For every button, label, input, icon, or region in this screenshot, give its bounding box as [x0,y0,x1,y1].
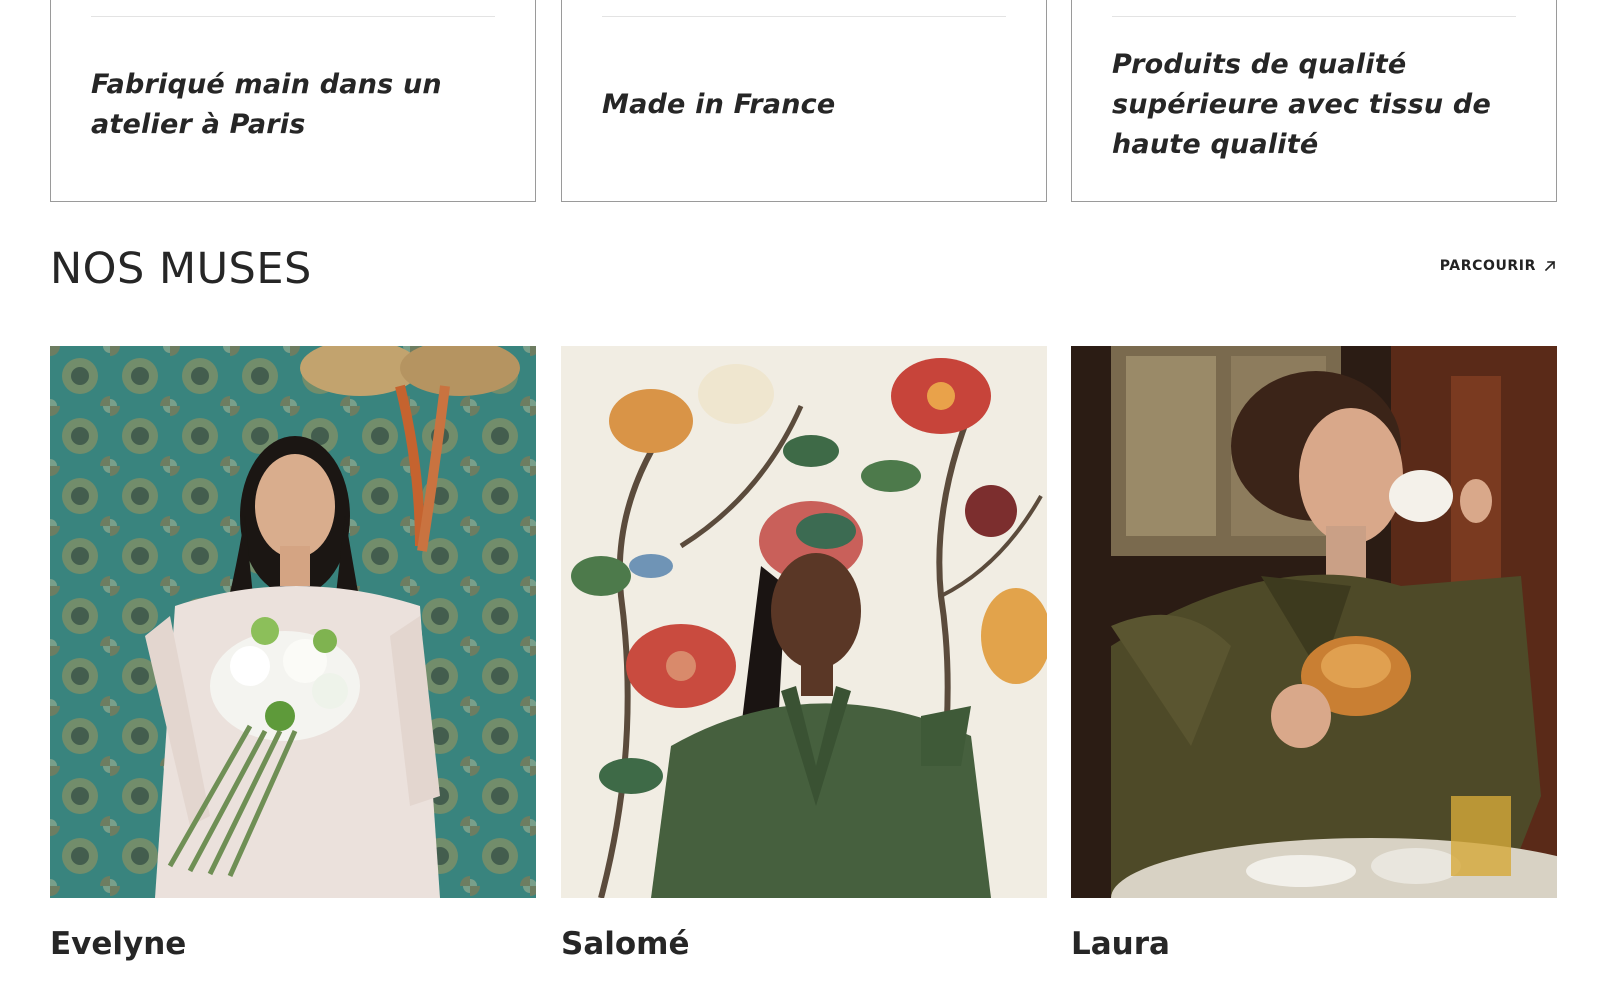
muse-photo-laura[interactable] [1071,346,1557,898]
section-title: NOS MUSES [50,244,312,294]
muse-card-laura[interactable]: Laura [1071,346,1557,962]
arrow-up-right-icon [1544,260,1556,272]
muse-photo-evelyne[interactable] [50,346,536,898]
feature-text: Produits de qualité supérieure avec tiss… [1112,48,1491,160]
features-row: Fabriqué main dans un atelier à Paris Ma… [0,0,1600,206]
feature-card-made-in-france: Made in France [561,0,1047,202]
muses-section-header: NOS MUSES PARCOURIR [50,236,1556,300]
muse-card-evelyne[interactable]: Evelyne [50,346,536,962]
muse-card-salome[interactable]: Salomé [561,346,1047,962]
muse-photo-salome[interactable] [561,346,1047,898]
feature-text: Fabriqué main dans un atelier à Paris [91,68,442,140]
browse-link[interactable]: PARCOURIR [1440,258,1556,274]
feature-card-quality: Produits de qualité supérieure avec tiss… [1071,0,1557,202]
feature-card-handmade: Fabriqué main dans un atelier à Paris [50,0,536,202]
muse-name[interactable]: Evelyne [50,926,536,962]
muse-name[interactable]: Salomé [561,926,1047,962]
muse-name[interactable]: Laura [1071,926,1557,962]
feature-text: Made in France [602,88,836,120]
browse-label: PARCOURIR [1439,258,1536,274]
